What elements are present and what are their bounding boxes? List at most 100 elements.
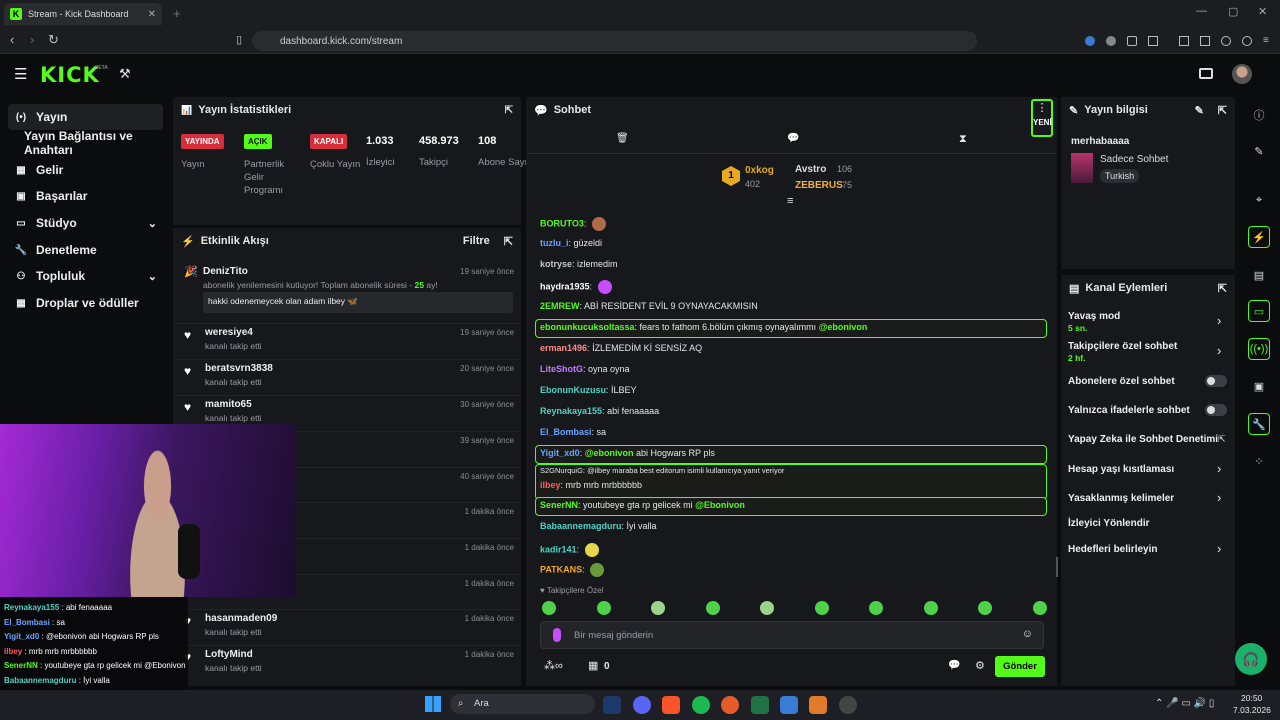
follower-name[interactable]: mamito65: [205, 399, 252, 410]
viewer-redirect-label[interactable]: İzleyici Yönlendir: [1068, 518, 1150, 529]
chat-message[interactable]: BORUTO3:: [540, 217, 606, 231]
reload-icon[interactable]: ↻: [48, 32, 59, 48]
chat-message[interactable]: PATKANS:: [540, 563, 605, 577]
expand-leaderboard-icon[interactable]: ≡: [787, 195, 793, 207]
puzzle-icon[interactable]: [1127, 36, 1137, 46]
app-icon[interactable]: [721, 696, 739, 714]
chat-settings-icon[interactable]: 💬: [948, 660, 960, 671]
chevron-down-icon[interactable]: ⌄: [148, 270, 157, 283]
chat-message[interactable]: Reynakaya155: abi fenaaaaa: [540, 406, 659, 416]
leader-name[interactable]: 0xkog: [745, 165, 774, 176]
hourglass-icon[interactable]: ⧗: [959, 133, 967, 146]
kick-logo[interactable]: KICK: [40, 63, 100, 87]
capture-icon[interactable]: ⌖: [1248, 189, 1270, 211]
emote-icon[interactable]: [542, 601, 556, 615]
banned-words-label[interactable]: Yasaklanmış kelimeler: [1068, 493, 1174, 504]
follower-name[interactable]: beratsvrn3838: [205, 363, 273, 374]
chat-username[interactable]: PATKANS: [540, 564, 582, 574]
studio-view-icon[interactable]: [1199, 68, 1213, 79]
sidebar-item[interactable]: ▦ Droplar ve ödüller: [8, 290, 163, 316]
popout-icon[interactable]: ⇱: [1218, 104, 1227, 117]
chat-username[interactable]: El_Bombasi: [540, 427, 592, 437]
emote-icon[interactable]: [760, 601, 774, 615]
wallet-icon[interactable]: [1200, 36, 1210, 46]
chat-message[interactable]: Yigit_xd0: @ebonivon abi Hogwars RP pls: [540, 448, 715, 458]
chat-icon[interactable]: ▭: [1248, 300, 1270, 322]
chat-username[interactable]: LiteShotG: [540, 364, 583, 374]
sidebar-item[interactable]: Yayın Bağlantısı ve Anahtarı: [8, 129, 168, 157]
chat-message[interactable]: Babaannemagduru: İyi valla: [540, 521, 657, 531]
url-field[interactable]: dashboard.kick.com/stream: [252, 31, 977, 51]
store-icon[interactable]: ▦: [588, 659, 598, 672]
mic-icon[interactable]: [553, 628, 561, 642]
chat-username[interactable]: ilbey: [540, 480, 561, 490]
extension-icon[interactable]: [1085, 36, 1095, 46]
forward-icon[interactable]: ›: [30, 32, 34, 47]
creator-tools-icon[interactable]: ⚒: [119, 66, 131, 82]
discord-icon[interactable]: [633, 696, 651, 714]
sidebar-item[interactable]: ⚇ Topluluk ⌄: [8, 263, 163, 289]
mention[interactable]: @Ebonivon: [695, 500, 745, 510]
chat-username[interactable]: haydra1935: [540, 281, 590, 291]
chat-message[interactable]: erman1496: İZLEMEDİM Kİ SENSİZ AQ: [540, 343, 702, 353]
chevron-right-icon[interactable]: ›: [1217, 461, 1221, 476]
emote-icon[interactable]: [596, 601, 611, 615]
menu-icon[interactable]: ≡: [1263, 36, 1269, 46]
maximize-icon[interactable]: ▢: [1228, 5, 1238, 18]
chevron-right-icon[interactable]: ›: [1217, 541, 1221, 556]
chat-message[interactable]: kadir141:: [540, 543, 599, 557]
popout-icon[interactable]: ⇱: [1218, 282, 1227, 295]
new-tab-icon[interactable]: +: [173, 6, 181, 21]
chat-username[interactable]: Reynakaya155: [540, 406, 602, 416]
follower-name[interactable]: weresiye4: [205, 327, 253, 338]
trash-icon[interactable]: 🗑: [616, 133, 629, 144]
chat-username[interactable]: erman1496: [540, 343, 587, 353]
sidebar-item[interactable]: ▣ Başarılar: [8, 183, 163, 209]
chevron-right-icon[interactable]: ›: [1217, 313, 1221, 328]
support-button[interactable]: 🎧: [1235, 643, 1267, 675]
lightning-icon[interactable]: ⚡: [1248, 226, 1270, 248]
chevron-down-icon[interactable]: ⌄: [148, 217, 157, 230]
edit-icon[interactable]: ✎: [1195, 104, 1204, 117]
sidebar-item[interactable]: 🔧 Denetleme: [8, 237, 163, 263]
chat-username[interactable]: kadir141: [540, 544, 577, 554]
hamburger-menu-icon[interactable]: ☰: [14, 65, 27, 83]
document-icon[interactable]: ▤: [1248, 264, 1270, 286]
chat-username[interactable]: Babaannemagduru: [540, 521, 622, 531]
gear-icon[interactable]: ⚙: [975, 659, 985, 672]
taskbar-search[interactable]: ⌕ Ara: [450, 694, 595, 714]
minimize-icon[interactable]: —: [1196, 5, 1207, 17]
popout-icon[interactable]: ⇱: [505, 105, 513, 116]
chevron-right-icon[interactable]: ›: [1217, 343, 1221, 358]
follower-name[interactable]: LoftyMind: [205, 649, 253, 660]
mention[interactable]: @ebonivon: [819, 322, 868, 332]
spotify-icon[interactable]: [692, 696, 710, 714]
leader-name[interactable]: Avstro: [795, 164, 826, 175]
subs-only-toggle[interactable]: [1205, 375, 1227, 387]
follower-name[interactable]: hasanmaden09: [205, 613, 277, 624]
chat-username[interactable]: SenerNN: [540, 500, 578, 510]
send-button[interactable]: Gönder: [995, 656, 1045, 677]
sidebar-item[interactable]: (•) Yayın: [8, 104, 163, 130]
broadcast-icon[interactable]: ((•)): [1248, 338, 1270, 360]
vpn-icon[interactable]: [1242, 36, 1252, 46]
extension-icon[interactable]: [1106, 36, 1116, 46]
external-link-icon[interactable]: ⇱: [1218, 434, 1226, 445]
app-icon[interactable]: [780, 696, 798, 714]
ai-moderation-label[interactable]: Yapay Zeka ile Sohbet Denetimi: [1068, 434, 1218, 445]
chat-users-icon[interactable]: ⁂∞: [544, 659, 563, 672]
chat-message[interactable]: tuzlu_i: güzeldi: [540, 238, 602, 248]
sub-event-user[interactable]: DenizTito: [203, 266, 248, 277]
account-age-label[interactable]: Hesap yaşı kısıtlaması: [1068, 464, 1174, 475]
chat-bubble-icon[interactable]: 💬: [787, 133, 799, 144]
chat-username[interactable]: EbonunKuzusu: [540, 385, 606, 395]
chat-message[interactable]: El_Bombasi: sa: [540, 427, 606, 437]
chat-message[interactable]: LiteShotG: oyna oyna: [540, 364, 630, 374]
emote-icon[interactable]: [978, 601, 992, 615]
chat-message[interactable]: kotryse: izlemedim: [540, 259, 618, 269]
chat-username[interactable]: Yigit_xd0: [540, 448, 580, 458]
sidebar-item[interactable]: ▭ Stüdyo ⌄: [8, 210, 163, 236]
chat-message[interactable]: 2EMREW: ABİ RESİDENT EVİL 9 OYNAYACAKMIS…: [540, 301, 758, 311]
leo-icon[interactable]: [1221, 36, 1231, 46]
chat-scrollbar[interactable]: [1056, 557, 1058, 577]
